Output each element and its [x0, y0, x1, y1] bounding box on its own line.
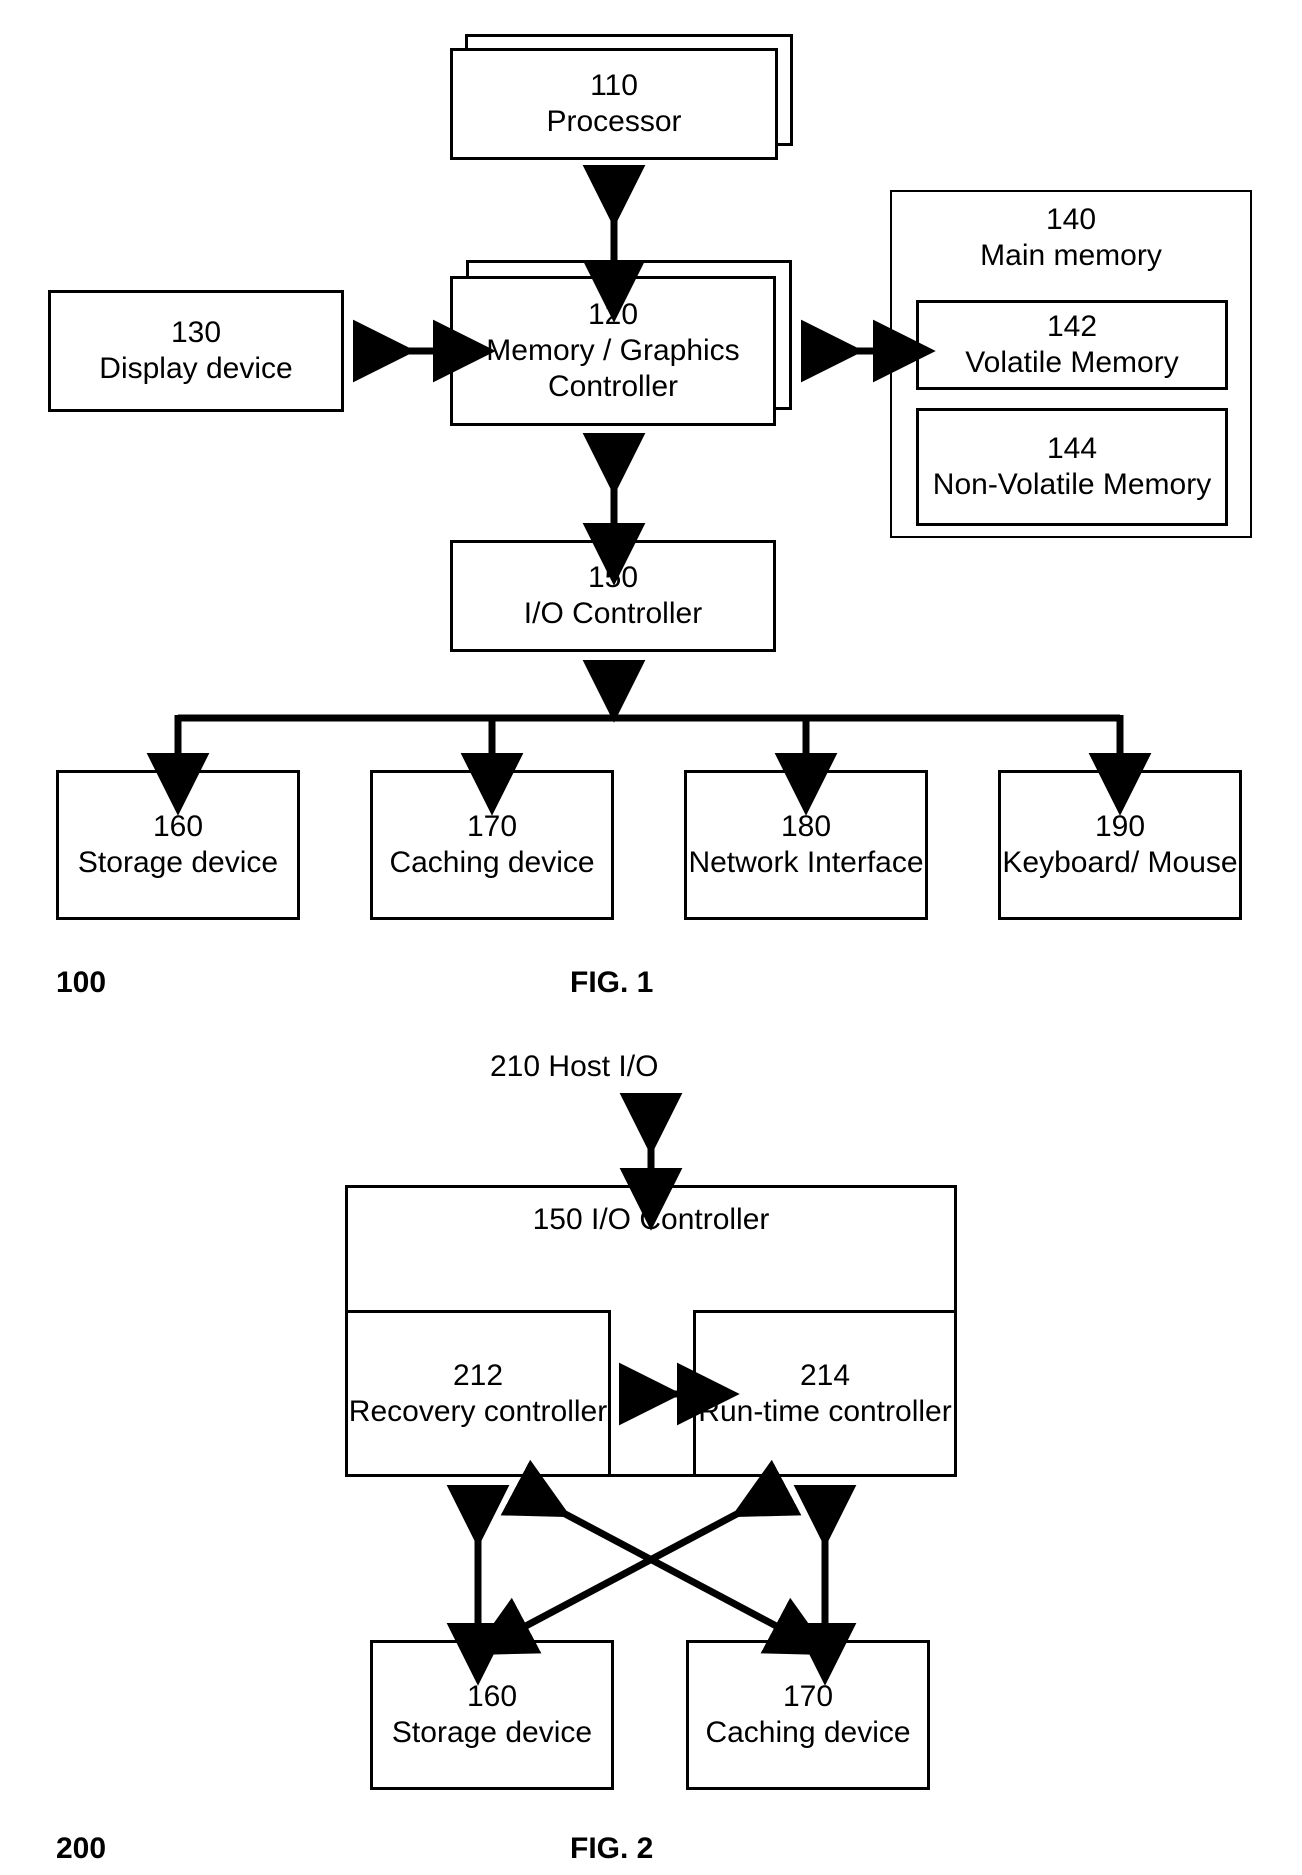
hostio-label-line: 210 Host I/O [490, 1050, 658, 1084]
ioctrl-box: 150 I/O Controller [450, 540, 776, 652]
fig2-ioctrl-label: I/O Controller [591, 1203, 769, 1236]
storage-box: 160 Storage device [56, 770, 300, 920]
processor-num: 110 [590, 68, 638, 104]
nvolmem-box: 144 Non-Volatile Memory [916, 408, 1228, 526]
fig2-caching-num: 170 [783, 1679, 833, 1715]
mainmem-num: 140 [892, 202, 1250, 238]
caching-num: 170 [467, 809, 517, 845]
volmem-box: 142 Volatile Memory [916, 300, 1228, 390]
netif-num: 180 [781, 809, 831, 845]
ioctrl-num: 150 [588, 560, 638, 596]
display-label: Display device [99, 351, 292, 387]
nvolmem-label: Non-Volatile Memory [933, 467, 1211, 503]
hostio-num: 210 [490, 1050, 540, 1083]
kbmouse-num: 190 [1095, 809, 1145, 845]
runtime-num: 214 [800, 1358, 850, 1394]
kbmouse-box: 190 Keyboard/ Mouse [998, 770, 1242, 920]
netif-label: Network Interface [688, 845, 923, 881]
netif-box: 180 Network Interface [684, 770, 928, 920]
fig2-caption: FIG. 2 [570, 1832, 653, 1866]
kbmouse-label: Keyboard/ Mouse [1002, 845, 1237, 881]
display-num: 130 [171, 315, 221, 351]
fig1-ref: 100 [56, 966, 106, 1000]
fig2-storage-num: 160 [467, 1679, 517, 1715]
runtime-label: Run-time controller [698, 1394, 951, 1430]
storage-label: Storage device [78, 845, 278, 881]
display-box: 130 Display device [48, 290, 344, 412]
fig2-storage-box: 160 Storage device [370, 1640, 614, 1790]
caching-box: 170 Caching device [370, 770, 614, 920]
storage-num: 160 [153, 809, 203, 845]
fig2-storage-label: Storage device [392, 1715, 592, 1751]
ioctrl-label: I/O Controller [524, 596, 702, 632]
memgfx-num: 120 [588, 297, 638, 333]
caching-label: Caching device [389, 845, 594, 881]
volmem-label: Volatile Memory [965, 345, 1178, 381]
fig1-caption: FIG. 1 [570, 966, 653, 1000]
processor-label: Processor [546, 104, 681, 140]
memgfx-label: Memory / Graphics Controller [453, 333, 773, 405]
runtime-box: 214 Run-time controller [693, 1310, 957, 1477]
fig2-ioctrl-num: 150 [533, 1203, 583, 1236]
memgfx-box: 120 Memory / Graphics Controller [450, 276, 776, 426]
hostio-label: Host I/O [548, 1050, 658, 1083]
diagram-page: 110 Processor 120 Memory / Graphics Cont… [0, 0, 1302, 1875]
recovery-box: 212 Recovery controller [345, 1310, 611, 1477]
fig2-caching-box: 170 Caching device [686, 1640, 930, 1790]
recovery-num: 212 [453, 1358, 503, 1394]
mainmem-label: Main memory [892, 238, 1250, 274]
fig2-caching-label: Caching device [705, 1715, 910, 1751]
processor-box: 110 Processor [450, 48, 778, 160]
volmem-num: 142 [1047, 309, 1097, 345]
nvolmem-num: 144 [1047, 431, 1097, 467]
fig2-ref: 200 [56, 1832, 106, 1866]
recovery-label: Recovery controller [349, 1394, 607, 1430]
